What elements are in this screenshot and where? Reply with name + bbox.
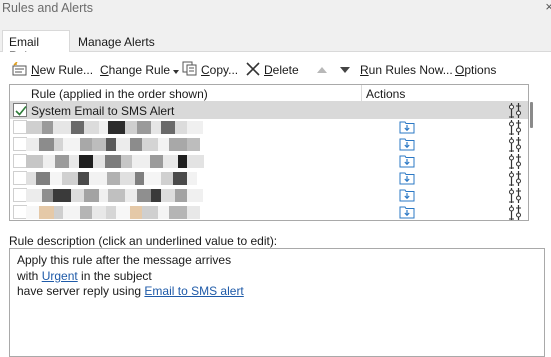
- move-up-button[interactable]: [316, 59, 331, 81]
- move-up-icon: [316, 63, 328, 77]
- rule-row[interactable]: [10, 119, 528, 136]
- description-line-3-prefix: have server reply using: [17, 284, 145, 298]
- window-title: Rules and Alerts: [2, 1, 94, 15]
- column-header-actions[interactable]: Actions: [363, 85, 523, 102]
- rule-row[interactable]: [10, 170, 528, 187]
- reply-template-link[interactable]: Email to SMS alert: [144, 284, 243, 298]
- column-header-rule[interactable]: Rule (applied in the order shown): [28, 85, 360, 102]
- description-line-2: with Urgent in the subject: [17, 269, 537, 285]
- run-rules-now-label: Run Rules Now...: [360, 63, 453, 77]
- rule-description-box: Apply this rule after the message arrive…: [9, 248, 545, 357]
- description-line-2-prefix: with: [17, 268, 42, 283]
- rule-row[interactable]: [10, 153, 528, 170]
- rule-enabled-checkbox[interactable]: [13, 154, 27, 168]
- rule-enabled-checkbox[interactable]: [13, 188, 27, 202]
- rule-row[interactable]: [10, 136, 528, 153]
- rule-row[interactable]: [10, 204, 528, 220]
- tab-strip: Email Rules Manage Alerts: [0, 30, 551, 63]
- dropdown-arrow-icon: [173, 63, 180, 77]
- rules-list[interactable]: Rule (applied in the order shown) Action…: [9, 84, 529, 221]
- rules-toolbar: New Rule... Change Rule Copy... Delete R…: [0, 59, 551, 81]
- new-rule-label: New Rule...: [31, 63, 94, 77]
- new-rule-button[interactable]: New Rule...: [12, 59, 93, 81]
- new-rule-icon: [12, 60, 28, 79]
- rule-row[interactable]: System Email to SMS Alert: [10, 102, 528, 119]
- tab-manage-alerts[interactable]: Manage Alerts: [72, 32, 161, 52]
- delete-x-icon: [245, 61, 261, 79]
- move-to-folder-icon: [399, 204, 415, 220]
- redacted-rule-name: [26, 189, 203, 202]
- options-label: Options: [455, 63, 497, 77]
- email-rules-panel: New Rule... Change Rule Copy... Delete R…: [0, 52, 551, 357]
- rules-list-scrollbar[interactable]: [528, 100, 534, 221]
- rules-list-header: Rule (applied in the order shown) Action…: [10, 85, 528, 102]
- description-line-3: have server reply using Email to SMS ale…: [17, 284, 537, 300]
- scrollbar-thumb[interactable]: [530, 102, 533, 128]
- change-rule-label: Change Rule: [100, 63, 171, 77]
- rules-rows: System Email to SMS Alert: [10, 102, 528, 220]
- description-line-1: Apply this rule after the message arrive…: [17, 253, 232, 267]
- close-icon[interactable]: ×: [545, 0, 551, 14]
- move-down-button[interactable]: [339, 59, 354, 81]
- change-rule-button[interactable]: Change Rule: [100, 59, 180, 81]
- delete-label: Delete: [264, 63, 299, 77]
- rule-enabled-checkbox[interactable]: [13, 103, 27, 117]
- redacted-rule-name: [26, 172, 197, 185]
- redacted-rule-name: [26, 206, 200, 219]
- redacted-rule-name: [26, 155, 204, 168]
- rule-enabled-checkbox[interactable]: [13, 137, 27, 151]
- rule-enabled-checkbox[interactable]: [13, 205, 27, 219]
- redacted-rule-name: [26, 121, 203, 134]
- delete-button[interactable]: Delete: [245, 59, 299, 81]
- rule-enabled-checkbox[interactable]: [13, 120, 27, 134]
- options-button[interactable]: Options: [455, 59, 496, 81]
- rule-name: System Email to SMS Alert: [31, 104, 175, 118]
- rule-condition-icon: [508, 204, 522, 220]
- copy-button[interactable]: Copy...: [182, 59, 238, 81]
- description-line-2-suffix: in the subject: [77, 268, 152, 283]
- copy-icon: [182, 61, 198, 79]
- tab-email-rules[interactable]: Email Rules: [2, 30, 70, 63]
- urgent-value-link[interactable]: Urgent: [42, 269, 78, 283]
- rule-description-label: Rule description (click an underlined va…: [9, 234, 278, 248]
- redacted-rule-name: [26, 138, 200, 151]
- run-rules-now-button[interactable]: Run Rules Now...: [360, 59, 453, 81]
- rule-enabled-checkbox[interactable]: [13, 171, 27, 185]
- move-down-icon: [339, 63, 351, 77]
- column-divider: [361, 85, 362, 102]
- title-bar: Rules and Alerts ×: [0, 0, 551, 20]
- rule-row[interactable]: [10, 187, 528, 204]
- copy-label: Copy...: [201, 63, 239, 77]
